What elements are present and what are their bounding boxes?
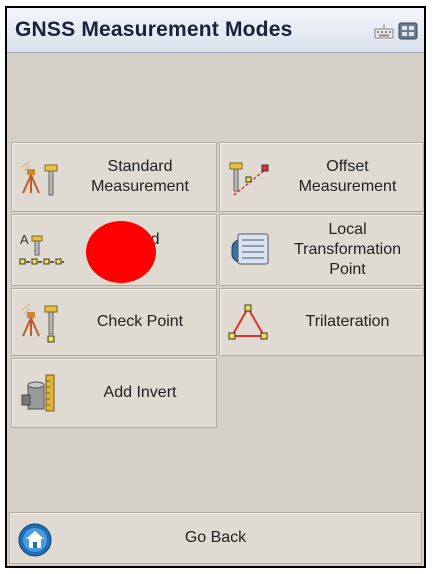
window-switch-icon[interactable] (398, 22, 418, 40)
svg-text:A: A (20, 232, 29, 247)
go-back-label: Go Back (184, 529, 247, 546)
tripod-rover-icon (21, 160, 58, 196)
points-line-icon: A (19, 232, 64, 265)
check-point-icon (21, 303, 58, 343)
record-points-button[interactable]: A Record Points (11, 214, 217, 286)
mode-label: Offset Measurement (298, 158, 397, 195)
trilateration-button[interactable]: Trilateration (219, 288, 424, 356)
pipe-icon (21, 374, 55, 412)
go-back-button[interactable]: Go Back (9, 512, 422, 564)
mode-label: Check Point (96, 313, 184, 330)
local-transformation-point-button[interactable]: Local Transformation Point (219, 214, 424, 286)
mode-label: Trilateration (305, 313, 390, 330)
mode-label: Standard Measurement (91, 158, 189, 195)
keyboard-icon[interactable] (374, 22, 394, 40)
check-point-button[interactable]: Check Point (11, 288, 217, 356)
offset-measurement-button[interactable]: Offset Measurement (219, 142, 424, 212)
triangle-icon (228, 304, 268, 340)
mode-label: Add Invert (103, 384, 177, 401)
redaction-mark (86, 221, 156, 283)
standard-measurement-button[interactable]: Standard Measurement (11, 142, 217, 212)
add-invert-button[interactable]: Add Invert (11, 358, 217, 428)
transformation-icon (231, 233, 269, 265)
offset-icon (229, 162, 269, 196)
app-window: GNSS Measurement Modes Standard Measurem… (5, 6, 426, 568)
title-bar: GNSS Measurement Modes (7, 8, 424, 53)
window-title: GNSS Measurement Modes (15, 18, 293, 41)
mode-label: Local Transformation Point (294, 221, 401, 278)
